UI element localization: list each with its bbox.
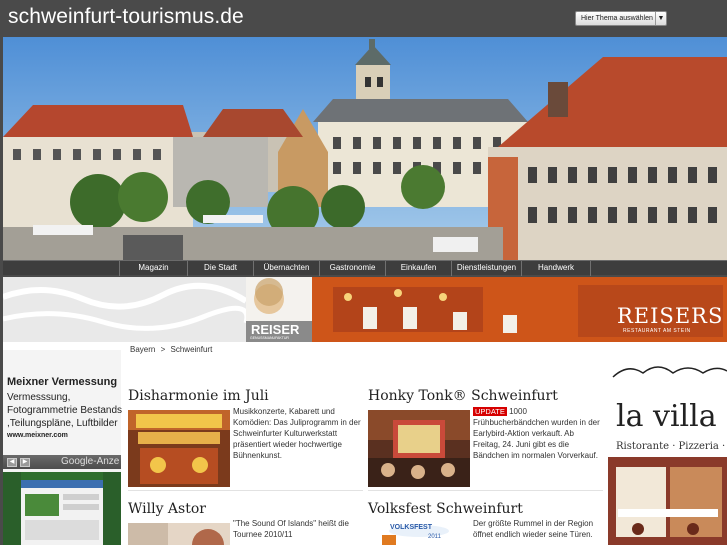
ad-line: ,Teilungspläne, Luftbilder (7, 418, 118, 429)
page: schweinfurt-tourismus.de Hier Thema ausw… (0, 0, 727, 545)
right-banner-ad[interactable]: la villa Ristorante · Pizzeria · B (608, 359, 727, 545)
theme-select-label: Hier Thema auswählen (581, 15, 653, 22)
breadcrumb-separator: > (160, 345, 166, 354)
right-ad-graphic (608, 359, 727, 545)
left-ad-thumbnail[interactable] (3, 472, 121, 545)
nav-item-handwerk[interactable]: Handwerk (521, 261, 591, 276)
main-nav: Magazin Die Stadt Übernachten Gastronomi… (3, 260, 727, 276)
article-title[interactable]: Honky Tonk® Schweinfurt (368, 388, 558, 404)
ad-line: Vermesssung, (7, 392, 71, 403)
city-panorama-photo (3, 37, 727, 260)
breadcrumb-current[interactable]: Schweinfurt (171, 345, 213, 354)
article-image-graphic (368, 410, 470, 487)
article-image[interactable] (128, 523, 230, 545)
update-badge: UPDATE (473, 407, 507, 416)
ad-nav-bar: ◀ ▶ Google-Anze (3, 455, 121, 469)
ad-url[interactable]: www.meixner.com (7, 432, 68, 439)
divider (128, 490, 363, 491)
nav-item-gastronomie[interactable]: Gastronomie (319, 261, 385, 276)
hero-image (3, 37, 727, 260)
article-teaser[interactable]: Honky Tonk® Schweinfurt UPDATE 1000 Früh… (368, 388, 603, 488)
article-text: Der größte Rummel in der Region öffnet e… (473, 519, 594, 539)
chevron-left-icon[interactable]: ◀ (7, 458, 17, 467)
volksfest-image-year: 2011 (428, 534, 441, 540)
article-teaser[interactable]: Willy Astor "The Sound Of Islands" heißt… (128, 501, 363, 545)
article-image[interactable] (368, 410, 470, 487)
breadcrumb-home[interactable]: Bayern (130, 345, 155, 354)
article-text-block: UPDATE 1000 Frühbucherbändchen wurden in… (473, 406, 603, 461)
article-title[interactable]: Volksfest Schweinfurt (368, 501, 523, 517)
thumbnail-graphic (3, 472, 121, 545)
article-title[interactable]: Willy Astor (128, 501, 206, 517)
nav-item-dienstleistungen[interactable]: Dienstleistungen (451, 261, 521, 276)
nav-item-magazin[interactable]: Magazin (119, 261, 187, 276)
banner-logo-text: REISER (251, 322, 300, 337)
site-title[interactable]: schweinfurt-tourismus.de (8, 5, 244, 29)
theme-select[interactable]: Hier Thema auswählen ▼ (575, 11, 667, 26)
article-image-graphic (128, 410, 230, 487)
nav-item-uebernachten[interactable]: Übernachten (253, 261, 319, 276)
banner-brand-sub: RESTAURANT AM STEIN (623, 328, 691, 334)
volksfest-image-text: VOLKSFEST (390, 524, 433, 531)
right-ad-name: la villa (616, 399, 717, 434)
article-teaser[interactable]: Volksfest Schweinfurt VOLKSFEST 2011 Der… (368, 501, 603, 545)
right-ad-tagline: Ristorante · Pizzeria · B (616, 441, 727, 452)
banner-logo-subtext: GENUSSMANUFAKTUR (250, 336, 289, 340)
article-text: "The Sound Of Islands" heißt die Tournee… (233, 519, 349, 539)
article-title[interactable]: Disharmonie im Juli (128, 388, 269, 404)
article-image[interactable] (128, 410, 230, 487)
breadcrumb: Bayern > Schweinfurt (130, 345, 212, 354)
divider (368, 490, 603, 491)
article-text: Musikkonzerte, Kabarett und Komödien: Da… (233, 407, 361, 460)
google-ads-label[interactable]: Google-Anze (61, 456, 119, 467)
article-image-graphic (128, 523, 230, 545)
article-teaser[interactable]: Disharmonie im Juli Musikkonzerte, Kabar… (128, 388, 363, 488)
banner-ad[interactable]: REISER GENUSSMANUFAKTUR REISERS RESTAURA… (3, 277, 727, 342)
nav-item-die-stadt[interactable]: Die Stadt (187, 261, 253, 276)
banner-brand: REISERS (617, 304, 724, 328)
ad-title[interactable]: Meixner Vermessung (7, 376, 117, 388)
article-image[interactable]: VOLKSFEST 2011 (368, 523, 470, 545)
content-area: Meixner Vermessung Vermesssung, Fotogram… (3, 342, 727, 545)
chevron-right-icon[interactable]: ▶ (20, 458, 30, 467)
chevron-down-icon[interactable]: ▼ (655, 12, 666, 25)
ad-line: Fotogrammetrie Bestands (7, 405, 123, 416)
nav-item-einkaufen[interactable]: Einkaufen (385, 261, 451, 276)
left-text-ad[interactable]: Meixner Vermessung Vermesssung, Fotogram… (3, 350, 123, 545)
